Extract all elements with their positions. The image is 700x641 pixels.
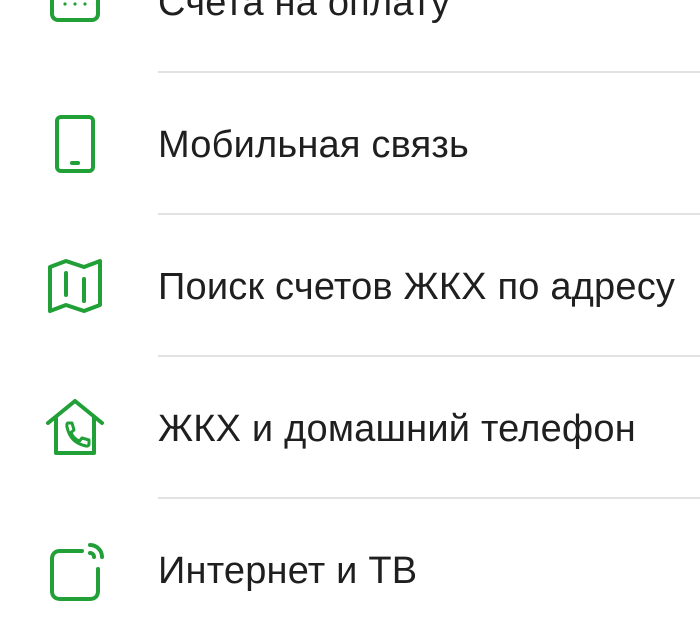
internet-tv-icon	[44, 539, 106, 601]
menu-item-label: ЖКХ и домашний телефон	[158, 408, 636, 450]
menu-item-housing-phone[interactable]: ЖКХ и домашний телефон	[0, 357, 700, 499]
menu-item-invoices[interactable]: Счета на оплату	[0, 0, 700, 73]
mobile-phone-icon	[44, 113, 106, 175]
menu-item-utility-search[interactable]: Поиск счетов ЖКХ по адресу	[0, 215, 700, 357]
menu-item-mobile[interactable]: Мобильная связь	[0, 73, 700, 215]
invoice-icon	[44, 0, 106, 33]
house-phone-icon	[44, 397, 106, 459]
menu-item-internet-tv[interactable]: Интернет и ТВ	[0, 499, 700, 641]
menu-item-label: Счета на оплату	[158, 0, 451, 24]
menu-item-label: Интернет и ТВ	[158, 550, 418, 592]
map-icon	[44, 255, 106, 317]
menu-item-label: Мобильная связь	[158, 124, 469, 166]
menu-item-label: Поиск счетов ЖКХ по адресу	[158, 266, 676, 308]
payment-category-list: Счета на оплату Мобильная связь Поиск сч…	[0, 0, 700, 641]
